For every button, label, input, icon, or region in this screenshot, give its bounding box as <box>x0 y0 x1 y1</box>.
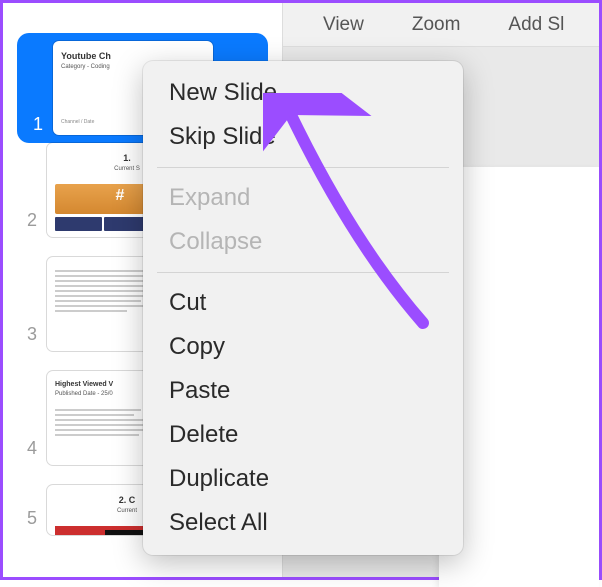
menu-collapse: Collapse <box>143 220 463 264</box>
slide-number: 3 <box>17 324 37 351</box>
thumb-footer: Channel / Date <box>61 119 94 125</box>
menu-separator <box>157 272 449 273</box>
menu-cut[interactable]: Cut <box>143 281 463 325</box>
menu-delete[interactable]: Delete <box>143 413 463 457</box>
toolbar: View Zoom Add Sl <box>283 3 599 47</box>
slide-number: 4 <box>17 438 37 465</box>
toolbar-zoom[interactable]: Zoom <box>412 14 461 36</box>
menu-select-all[interactable]: Select All <box>143 501 463 545</box>
toolbar-add-slide[interactable]: Add Sl <box>508 14 564 36</box>
menu-new-slide[interactable]: New Slide <box>143 71 463 115</box>
context-menu: New Slide Skip Slide Expand Collapse Cut… <box>143 61 463 555</box>
menu-copy[interactable]: Copy <box>143 325 463 369</box>
slide-canvas[interactable] <box>439 167 599 587</box>
slide-number: 5 <box>17 508 37 535</box>
slide-number: 1 <box>23 114 43 135</box>
slide-number: 2 <box>17 210 37 237</box>
menu-expand: Expand <box>143 176 463 220</box>
toolbar-view[interactable]: View <box>323 14 364 36</box>
menu-separator <box>157 167 449 168</box>
menu-paste[interactable]: Paste <box>143 369 463 413</box>
menu-duplicate[interactable]: Duplicate <box>143 457 463 501</box>
thumb-title: Youtube Ch <box>61 51 205 61</box>
menu-skip-slide[interactable]: Skip Slide <box>143 115 463 159</box>
